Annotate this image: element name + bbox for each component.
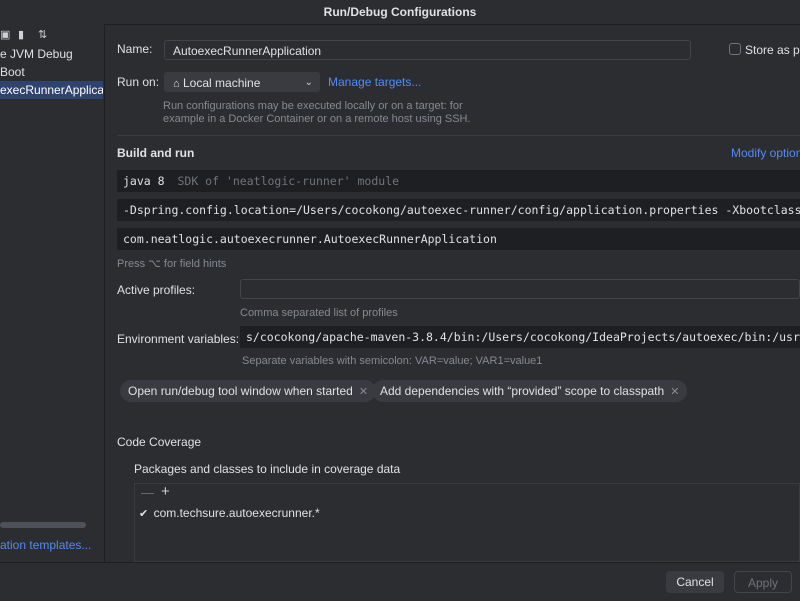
list-item[interactable]: ✔ com.techsure.autoexecrunner.* [135,504,799,522]
run-on-hint-line1: Run configurations may be executed local… [163,100,463,112]
main-class-field[interactable]: com.neatlogic.autoexecrunner.AutoexecRun… [117,228,800,250]
jdk-hint: SDK of 'neatlogic-runner' module [177,174,400,188]
configuration-form: Name: AutoexecRunnerApplication Store as… [105,25,800,562]
env-variables-hint: Separate variables with semicolon: VAR=v… [242,355,543,367]
field-hints-text: Press ⌥ for field hints [117,258,227,270]
section-divider [117,135,800,136]
chip-label: Add dependencies with “provided” scope t… [380,384,665,398]
sidebar-item-label: execRunnerApplicatio [0,83,103,97]
sidebar-toolbar: ▣ ▮ ⇅ [0,28,104,42]
active-profiles-label: Active profiles: [117,283,196,297]
name-label: Name: [117,42,153,56]
configurations-sidebar: ▣ ▮ ⇅ e JVM Debug Boot execRunnerApplica… [0,24,105,562]
apply-button[interactable]: Apply [734,571,792,593]
run-on-hint-line2: example in a Docker Container or on a re… [163,113,471,125]
chevron-down-icon: ⌄ [304,77,313,88]
open-tool-window-chip[interactable]: Open run/debug tool window when started ✕ [120,380,377,402]
env-variables-field[interactable]: s/cocokong/apache-maven-3.8.4/bin:/Users… [240,326,800,348]
coverage-item-label: com.techsure.autoexecrunner.* [153,506,320,520]
sidebar-item-autoexec-runner[interactable]: execRunnerApplicatio [0,81,103,99]
store-as-project-checkbox[interactable] [729,43,741,55]
coverage-label: Packages and classes to include in cover… [134,462,401,476]
close-icon[interactable]: ✕ [359,386,368,398]
folder-icon[interactable]: ▮ [18,28,24,41]
jdk-version: java 8 [123,174,165,188]
save-icon[interactable]: ▣ [0,28,10,41]
chip-label: Open run/debug tool window when started [128,384,353,398]
env-variables-label: Environment variables: [117,332,240,346]
jdk-selector[interactable]: java 8 SDK of 'neatlogic-runner' module [117,170,800,192]
code-coverage-heading: Code Coverage [117,435,202,449]
sidebar-item-spring-boot[interactable]: Boot [0,63,103,81]
window-title: Run/Debug Configurations [0,0,800,25]
cancel-button[interactable]: Cancel [666,571,724,593]
active-profiles-hint: Comma separated list of profiles [240,307,398,319]
run-on-value: Local machine [183,76,261,90]
dialog-footer: Cancel Apply [0,562,800,601]
run-on-label: Run on: [117,75,160,89]
close-icon[interactable]: ✕ [670,386,679,398]
sidebar-scrollbar[interactable] [0,522,86,528]
active-profiles-field[interactable] [240,279,800,299]
remove-icon[interactable]: — [141,485,154,500]
store-as-project-label: Store as pr [745,43,800,57]
edit-templates-link[interactable]: ation templates... [0,538,91,552]
checkmark-icon[interactable]: ✔ [139,508,148,520]
name-field[interactable]: AutoexecRunnerApplication [164,40,691,60]
vm-options-field[interactable]: -Dspring.config.location=/Users/cocokong… [117,199,800,221]
sort-icon[interactable]: ⇅ [38,28,47,41]
manage-targets-link[interactable]: Manage targets... [328,75,421,89]
provided-scope-chip[interactable]: Add dependencies with “provided” scope t… [372,380,688,402]
add-icon[interactable]: + [161,483,170,500]
sidebar-item-label: e JVM Debug [0,47,73,61]
run-on-dropdown[interactable]: ⌂ Local machine ⌄ [164,72,320,92]
modify-options-link[interactable]: Modify option [731,146,800,160]
home-icon: ⌂ [173,78,180,90]
sidebar-item-label: Boot [0,65,25,79]
coverage-list: — + ✔ com.techsure.autoexecrunner.* [134,483,800,562]
sidebar-item-jvm-debug[interactable]: e JVM Debug [0,45,103,63]
build-and-run-heading: Build and run [117,146,195,160]
